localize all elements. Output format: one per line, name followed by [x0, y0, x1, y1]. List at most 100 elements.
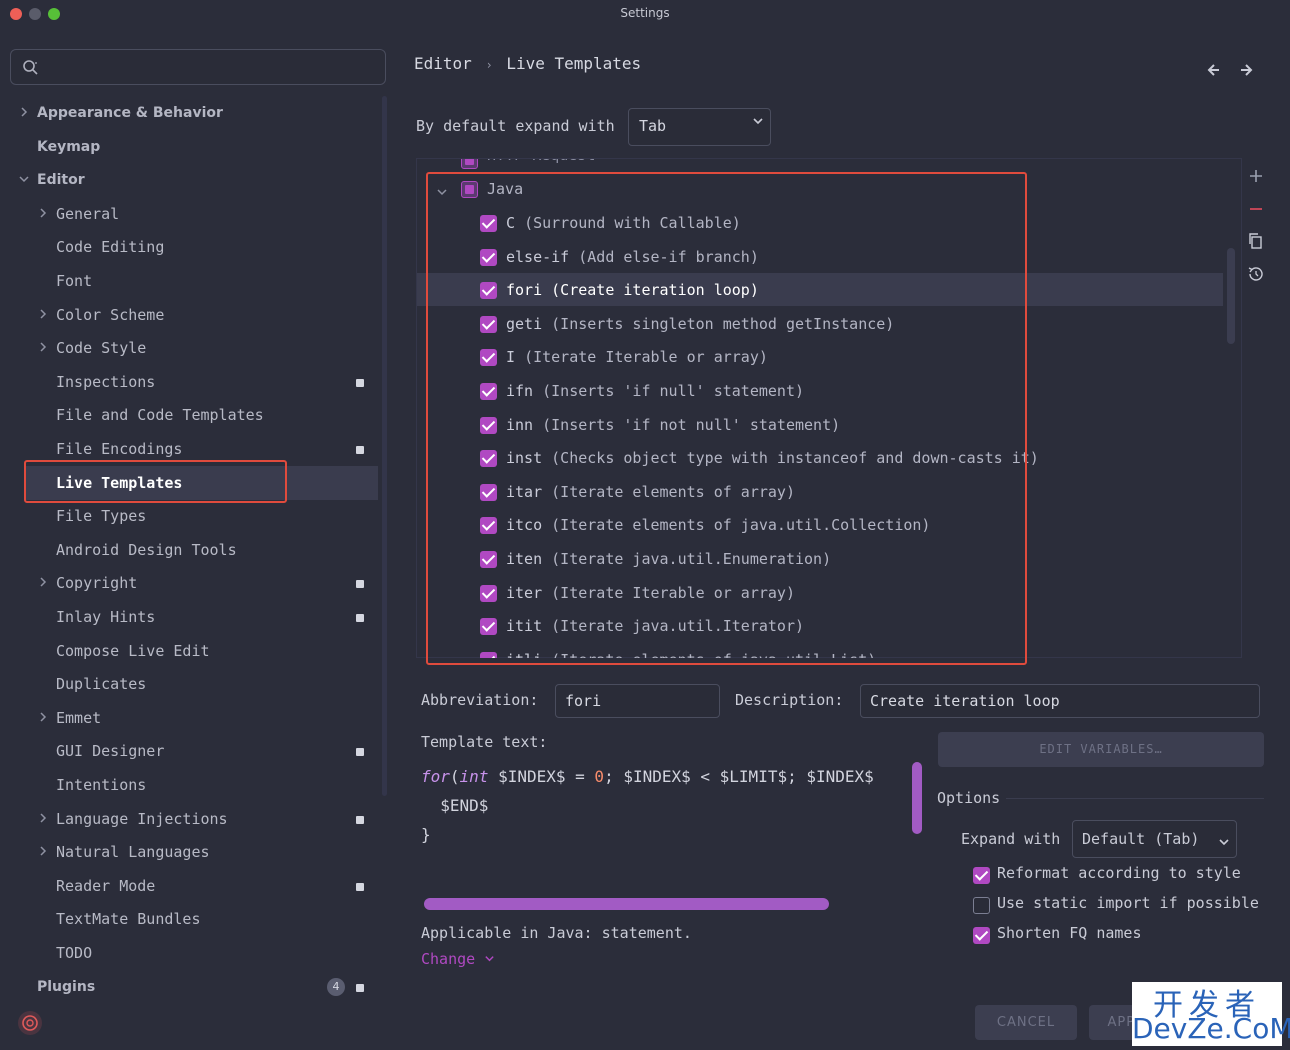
tree-scrollbar[interactable]	[1227, 248, 1235, 344]
arrow-right-icon[interactable]	[1236, 60, 1256, 80]
sidebar-item-gui-designer[interactable]: GUI Designer	[56, 736, 164, 766]
change-context-link[interactable]: Change	[421, 950, 495, 968]
options-divider	[1006, 798, 1264, 799]
breadcrumb-parent[interactable]: Editor	[414, 54, 472, 73]
sidebar-item-code-editing[interactable]: Code Editing	[56, 232, 164, 262]
sidebar-item-android-design-tools[interactable]: Android Design Tools	[56, 535, 237, 565]
code-keyword-for: for	[421, 767, 450, 786]
code-paren: (	[449, 767, 460, 786]
sidebar-item-font[interactable]: Font	[56, 266, 92, 296]
chevron-right-icon[interactable]	[18, 106, 30, 122]
watermark-text-en: DevZe.CoM	[1132, 1012, 1290, 1045]
sidebar-item-keymap[interactable]: Keymap	[37, 132, 100, 162]
expand-with-value: Tab	[639, 117, 667, 135]
add-icon[interactable]	[1245, 165, 1267, 187]
abbreviation-input[interactable]: fori	[555, 684, 720, 718]
project-level-icon	[356, 379, 364, 387]
sidebar-item-file-and-code-templates[interactable]: File and Code Templates	[56, 400, 264, 430]
plugins-count-badge: 4	[327, 978, 345, 996]
sidebar-item-inspections[interactable]: Inspections	[56, 367, 155, 397]
option-label[interactable]: Reformat according to style	[997, 864, 1241, 882]
chevron-right-icon[interactable]	[37, 576, 49, 592]
chevron-down-icon	[485, 956, 494, 962]
code-horizontal-scrollbar[interactable]	[424, 898, 829, 910]
chevron-right-icon[interactable]	[37, 845, 49, 861]
sidebar-item-compose-live-edit[interactable]: Compose Live Edit	[56, 636, 210, 666]
sidebar-item-copyright[interactable]: Copyright	[56, 568, 137, 598]
option-label[interactable]: Shorten FQ names	[997, 924, 1142, 942]
chevron-right-icon[interactable]	[37, 207, 49, 223]
template-text-label: Template text:	[421, 733, 548, 751]
code-keyword-int: int	[459, 767, 489, 786]
project-level-icon	[356, 984, 364, 992]
sidebar-item-emmet[interactable]: Emmet	[56, 703, 101, 733]
code-line1-a: $INDEX$ =	[488, 767, 595, 786]
chevron-down-icon[interactable]	[18, 173, 30, 189]
sidebar-scrollbar[interactable]	[382, 96, 387, 796]
project-level-icon	[356, 816, 364, 824]
chevron-down-icon	[752, 115, 764, 131]
code-line2: $END$	[421, 796, 489, 815]
sidebar-item-textmate-bundles[interactable]: TextMate Bundles	[56, 904, 201, 934]
search-input[interactable]	[10, 49, 386, 85]
tree-group-partial[interactable]: HTTP Request	[487, 159, 595, 171]
option-checkbox[interactable]	[973, 867, 990, 884]
sidebar-item-natural-languages[interactable]: Natural Languages	[56, 837, 210, 867]
search-icon	[23, 60, 38, 75]
sidebar-item-plugins[interactable]: Plugins	[37, 972, 95, 1002]
edit-variables-button[interactable]: EDIT VARIABLES…	[938, 732, 1264, 767]
sidebar-item-language-injections[interactable]: Language Injections	[56, 804, 228, 834]
live-templates-highlight-box	[24, 460, 287, 503]
code-line1-b: ; $INDEX$ < $LIMIT$; $INDEX$	[604, 767, 874, 786]
sidebar-item-editor[interactable]: Editor	[37, 165, 85, 195]
remove-icon[interactable]	[1245, 198, 1267, 220]
restore-defaults-icon[interactable]	[1245, 263, 1267, 285]
sidebar-item-duplicates[interactable]: Duplicates	[56, 669, 146, 699]
help-icon[interactable]	[18, 1011, 42, 1035]
sidebar-item-color-scheme[interactable]: Color Scheme	[56, 300, 164, 330]
expand-with-options-value: Default (Tab)	[1082, 830, 1200, 848]
code-vertical-scrollbar[interactable]	[912, 762, 922, 834]
expand-with-label: By default expand with	[416, 117, 615, 135]
expand-with-options-label: Expand with	[961, 830, 1061, 848]
java-group-highlight-box	[426, 172, 1027, 665]
chevron-right-icon[interactable]	[37, 711, 49, 727]
options-title: Options	[937, 789, 1001, 807]
description-label: Description:	[735, 691, 844, 709]
sidebar-item-appearance-behavior[interactable]: Appearance & Behavior	[37, 98, 223, 128]
group-checkbox[interactable]	[461, 159, 478, 169]
sidebar-item-inlay-hints[interactable]: Inlay Hints	[56, 602, 155, 632]
project-level-icon	[356, 446, 364, 454]
project-level-icon	[356, 614, 364, 622]
chevron-right-icon[interactable]	[37, 341, 49, 357]
template-text-editor[interactable]: for(int $INDEX$ = 0; $INDEX$ < $LIMIT$; …	[421, 762, 874, 849]
abbreviation-label: Abbreviation:	[421, 691, 539, 709]
sidebar-item-intentions[interactable]: Intentions	[56, 770, 146, 800]
breadcrumb: Editor › Live Templates	[414, 54, 641, 73]
option-checkbox[interactable]	[973, 927, 990, 944]
project-level-icon	[356, 883, 364, 891]
sidebar-item-code-style[interactable]: Code Style	[56, 333, 146, 363]
applicable-context-text: Applicable in Java: statement.	[421, 924, 692, 942]
sidebar-item-reader-mode[interactable]: Reader Mode	[56, 871, 155, 901]
arrow-left-icon[interactable]	[1204, 60, 1224, 80]
option-checkbox[interactable]	[973, 897, 990, 914]
change-label: Change	[421, 950, 476, 968]
code-line3: }	[421, 825, 431, 844]
sidebar-item-general[interactable]: General	[56, 199, 119, 229]
cancel-button[interactable]: CANCEL	[975, 1005, 1077, 1040]
breadcrumb-separator: ›	[485, 58, 493, 72]
sidebar-item-todo[interactable]: TODO	[56, 938, 92, 968]
project-level-icon	[356, 580, 364, 588]
code-clip	[909, 760, 911, 840]
chevron-down-icon	[1218, 833, 1230, 852]
chevron-right-icon[interactable]	[37, 308, 49, 324]
copy-icon[interactable]	[1245, 230, 1267, 252]
option-label[interactable]: Use static import if possible	[997, 894, 1259, 912]
project-level-icon	[356, 748, 364, 756]
description-input[interactable]: Create iteration loop	[860, 684, 1260, 718]
breadcrumb-current: Live Templates	[506, 54, 642, 73]
code-number: 0	[594, 767, 605, 786]
sidebar-item-file-types[interactable]: File Types	[56, 501, 146, 531]
chevron-right-icon[interactable]	[37, 812, 49, 828]
